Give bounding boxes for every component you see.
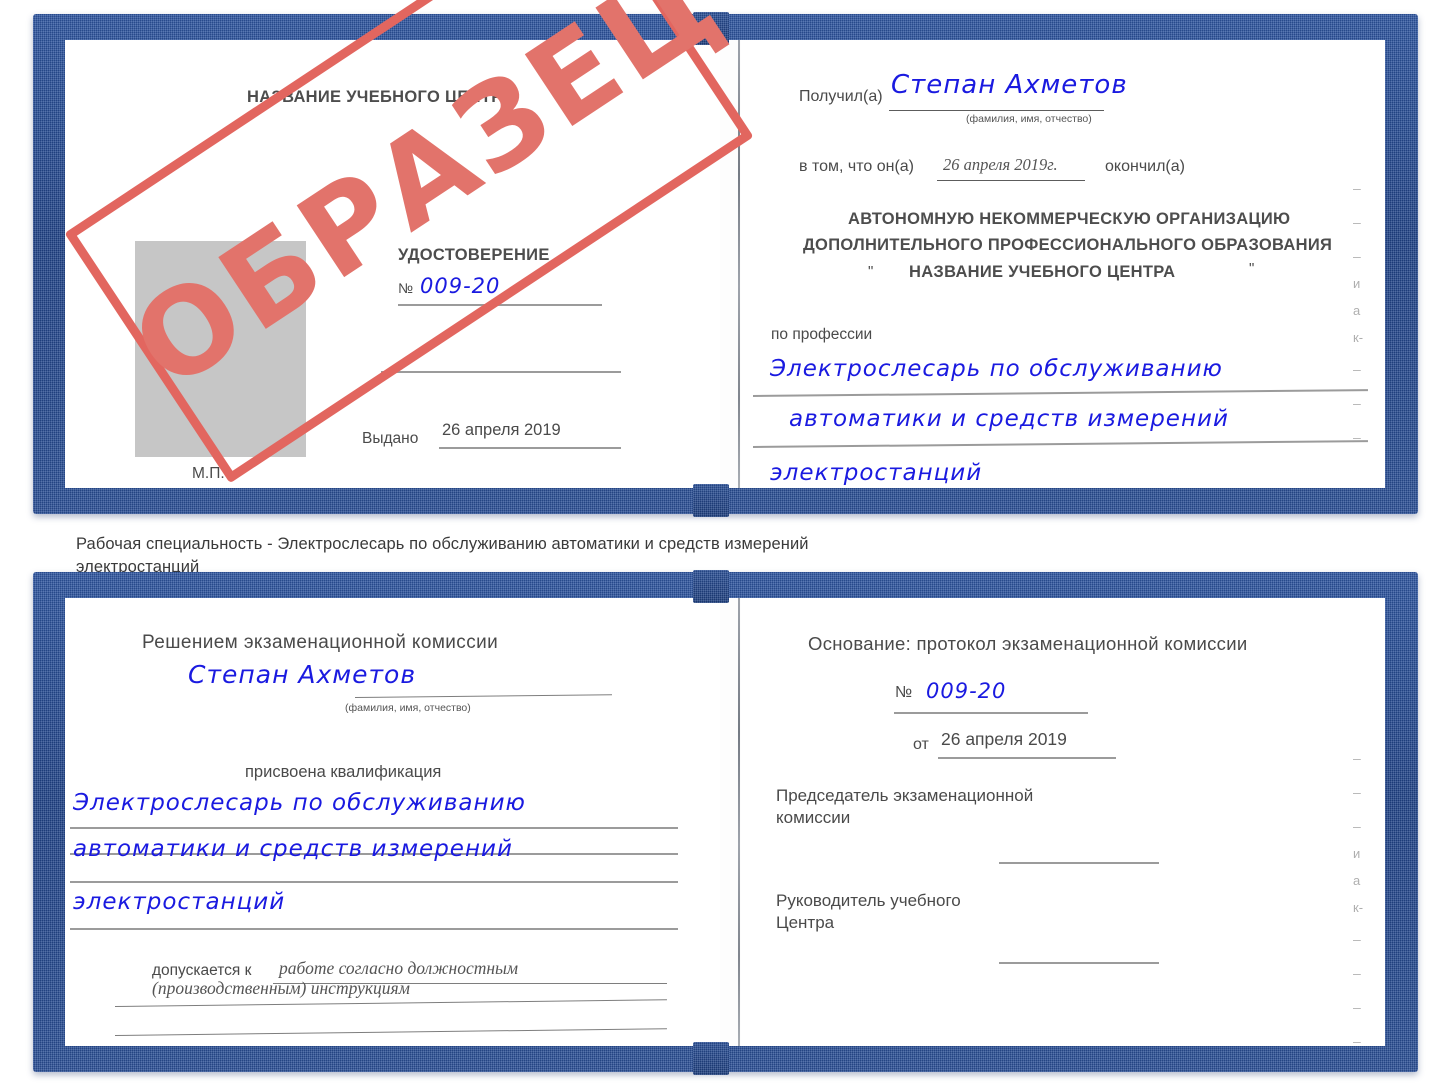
doc1-number-label: №	[398, 280, 414, 296]
doc2-allowed-rule3	[114, 1028, 667, 1036]
doc2-number-rule	[894, 712, 1088, 714]
doc2-allowed-value-line1: работе согласно должностным	[279, 958, 519, 978]
doc1-profession-line2: автоматики и средств измерений	[789, 406, 1229, 432]
caption-line-1: Рабочая специальность - Электрослесарь п…	[76, 535, 809, 553]
doc1-org-line1: АВТОНОМНУЮ НЕКОММЕРЧЕСКУЮ ОРГАНИЗАЦИЮ	[848, 210, 1291, 228]
doc1-spine-tab-top	[693, 12, 729, 45]
doc1-profession-label: по профессии	[771, 326, 873, 343]
doc2-bleed-marks: – – – и а к- – – – –	[1353, 750, 1364, 1046]
doc2-fio-hint: (фамилия, имя, отчество)	[345, 702, 471, 714]
doc2-chairman-signature-rule	[999, 862, 1159, 864]
certificate-doc-1-cover: НАЗВАНИЕ УЧЕБНОГО ЦЕНТРА УДОСТОВЕРЕНИЕ №…	[33, 12, 1418, 517]
doc1-received-value: Степан Ахметов	[891, 70, 1128, 100]
doc1-issued-label: Выдано	[362, 430, 419, 447]
doc2-qualification-line1: Электрослесарь по обслуживанию	[73, 790, 526, 816]
doc1-right-page: Получил(а) Степан Ахметов (фамилия, имя,…	[741, 40, 1385, 488]
doc1-fio-hint: (фамилия, имя, отчество)	[966, 113, 1092, 125]
doc1-org-line2: ДОПОЛНИТЕЛЬНОГО ПРОФЕССИОНАЛЬНОГО ОБРАЗО…	[803, 236, 1333, 254]
certificate-doc-2-cover: Решением экзаменационной комиссии Степан…	[33, 570, 1418, 1075]
doc2-date-value: 26 апреля 2019	[941, 729, 1067, 749]
doc2-left-page: Решением экзаменационной комиссии Степан…	[65, 598, 720, 1046]
doc1-org-quote-open: "	[868, 263, 874, 280]
doc1-bleed-marks: – – – и а к- – – –	[1353, 180, 1364, 445]
doc2-qualification-label: присвоена квалификация	[245, 763, 442, 781]
certificate-doc-2-pages: Решением экзаменационной комиссии Степан…	[65, 598, 1385, 1046]
doc1-number-value: 009-20	[420, 274, 501, 298]
doc1-blank-rule	[381, 371, 621, 373]
doc2-name-rule	[354, 694, 612, 698]
doc2-qualification-line2: автоматики и средств измерений	[73, 836, 513, 862]
doc2-head-line1: Руководитель учебного	[776, 891, 961, 910]
doc2-qualification-rule4	[70, 928, 678, 930]
doc2-number-label: №	[895, 684, 913, 701]
doc1-received-label: Получил(а)	[799, 88, 883, 105]
doc1-spine-line	[738, 40, 740, 488]
doc2-head-signature-rule	[999, 962, 1159, 964]
doc2-head-line2: Центра	[776, 913, 835, 932]
doc2-spine-tab-top	[693, 570, 729, 603]
doc1-left-title: УДОСТОВЕРЕНИЕ	[398, 246, 550, 264]
doc2-date-label: от	[913, 736, 929, 753]
doc1-spine-tab-bottom	[693, 484, 729, 517]
doc2-decision-label: Решением экзаменационной комиссии	[142, 632, 499, 653]
doc1-seal-label: М.П.	[192, 465, 225, 482]
doc2-spine-line	[738, 598, 740, 1046]
doc2-qualification-rule1	[70, 827, 678, 829]
doc1-left-page: НАЗВАНИЕ УЧЕБНОГО ЦЕНТРА УДОСТОВЕРЕНИЕ №…	[65, 40, 720, 488]
doc2-name-value: Степан Ахметов	[188, 660, 417, 689]
doc2-qualification-line3: электростанций	[73, 889, 286, 915]
doc1-left-center-name: НАЗВАНИЕ УЧЕБНОГО ЦЕНТРА	[247, 88, 514, 106]
doc1-profession-line3: электростанций	[770, 460, 983, 486]
doc1-finished-label: окончил(а)	[1105, 158, 1185, 175]
doc1-issued-value: 26 апреля 2019	[442, 421, 561, 439]
doc1-org-line3: НАЗВАНИЕ УЧЕБНОГО ЦЕНТРА	[909, 263, 1176, 281]
doc1-number-rule	[398, 304, 602, 306]
doc1-that-he-value: 26 апреля 2019г.	[943, 155, 1058, 174]
doc2-qualification-rule3	[70, 881, 678, 883]
doc2-spine-tab-bottom	[693, 1042, 729, 1075]
doc1-received-rule	[889, 110, 1104, 111]
doc1-that-he-label: в том, что он(а)	[799, 158, 914, 175]
doc2-date-rule	[938, 757, 1116, 759]
doc2-basis-label: Основание: протокол экзаменационной коми…	[808, 633, 1248, 654]
doc2-chairman-line2: комиссии	[776, 808, 851, 827]
doc1-issued-rule	[439, 447, 621, 449]
doc1-profession-rule1	[752, 389, 1368, 397]
doc2-right-page: Основание: протокол экзаменационной коми…	[741, 598, 1385, 1046]
doc2-allowed-rule2	[114, 999, 667, 1007]
doc2-allowed-value-line2: (производственным) инструкциям	[152, 978, 410, 998]
doc1-photo-placeholder	[135, 241, 306, 457]
doc1-profession-line1: Электрослесарь по обслуживанию	[770, 356, 1223, 382]
doc2-number-value: 009-20	[926, 679, 1007, 703]
doc2-chairman-line1: Председатель экзаменационной	[776, 786, 1034, 805]
doc1-profession-rule2	[752, 440, 1368, 448]
doc1-org-quote-close: "	[1249, 260, 1255, 277]
doc1-that-he-rule	[937, 180, 1085, 181]
certificate-doc-1-pages: НАЗВАНИЕ УЧЕБНОГО ЦЕНТРА УДОСТОВЕРЕНИЕ №…	[65, 40, 1385, 488]
